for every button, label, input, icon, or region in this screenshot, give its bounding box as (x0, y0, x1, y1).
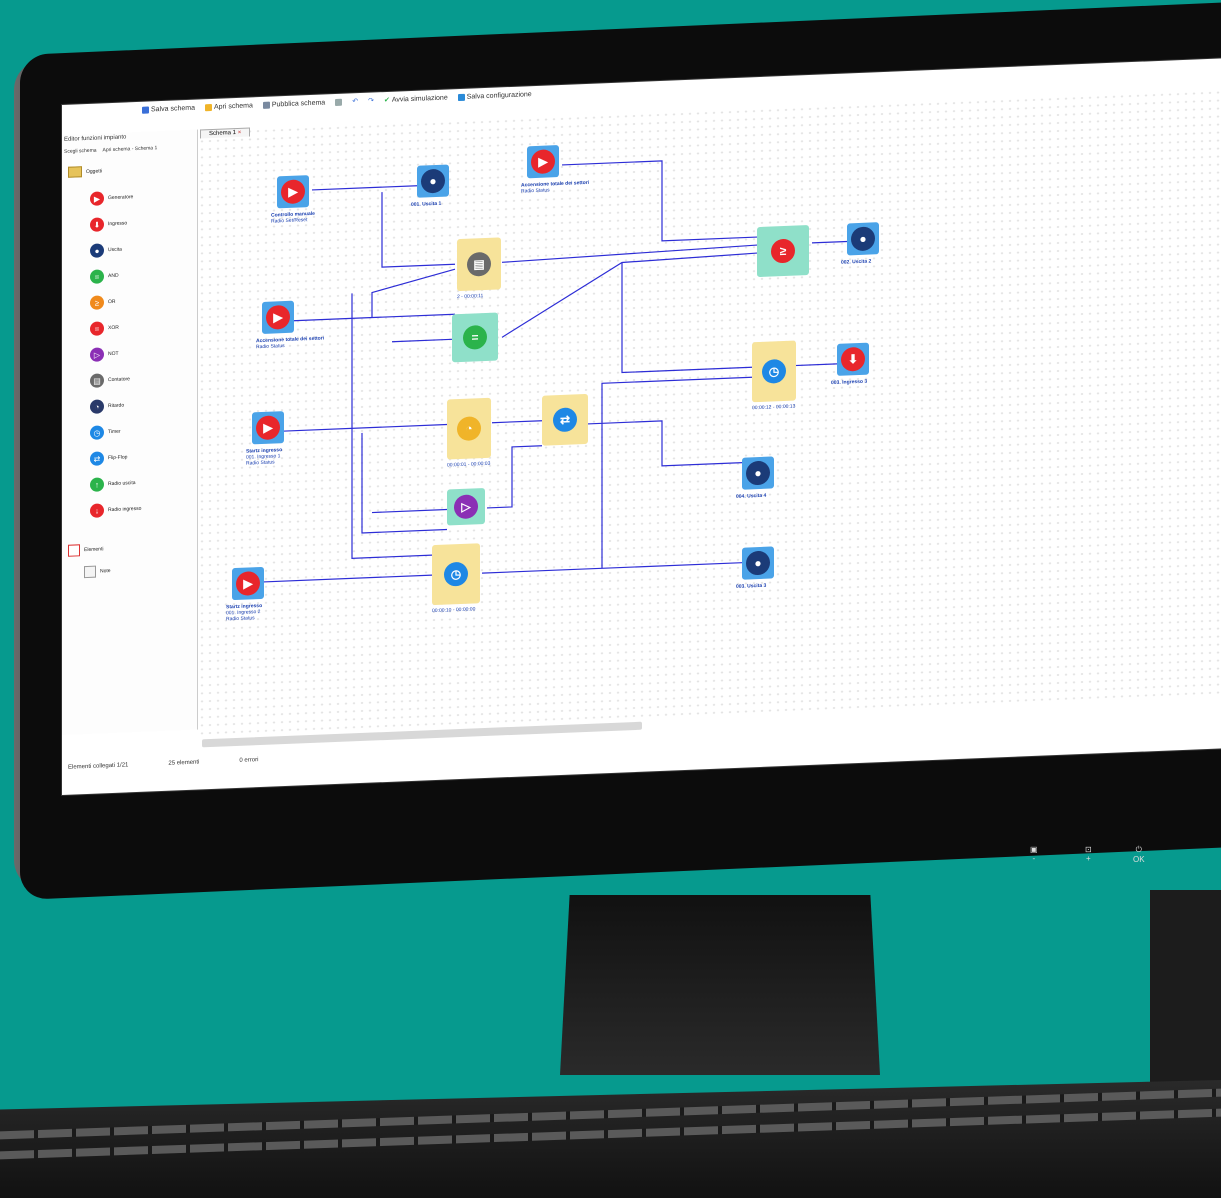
menu-icon: ▣ (1030, 845, 1038, 854)
wires-layer (242, 160, 847, 584)
output-node-2[interactable]: ● (847, 222, 879, 256)
timer-node-2[interactable]: ◷ (752, 340, 796, 403)
monitor: Salva schema Apri schema Pubblica schema… (0, 0, 1221, 1198)
output-node-3[interactable]: ● (742, 546, 774, 580)
wire (287, 313, 455, 322)
output-node-2-icon: ● (851, 226, 875, 252)
delay-node[interactable]: ◔ (447, 397, 491, 460)
generator-node-1-label: Controllo manuale Radio Set/Reset (271, 211, 315, 225)
timer-node-1[interactable]: ◷ (432, 543, 480, 606)
not-node-icon: ▷ (454, 494, 478, 520)
flipflop-node[interactable]: ⇄ (542, 393, 588, 446)
generator-node-1-icon: ▶ (281, 179, 305, 205)
wire (492, 420, 542, 424)
xor-node[interactable]: ≥ (757, 224, 809, 278)
status-elements: 25 elementi (168, 759, 200, 767)
timer-node-1-icon: ◷ (444, 561, 468, 587)
xor-node-icon: ≥ (771, 238, 795, 264)
generator-node-5-icon: ▶ (236, 571, 260, 597)
and-node-1[interactable]: = (452, 312, 498, 363)
generator-node-4-icon: ▶ (256, 415, 280, 441)
generator-node-2[interactable]: ▶ (527, 145, 559, 179)
wire (392, 338, 452, 343)
output-node-1-icon: ● (421, 168, 445, 194)
wire (587, 420, 752, 467)
input-icon: ⊡ (1085, 845, 1092, 854)
input-node-3-icon: ⬇ (841, 346, 865, 372)
output-node-1-label: 001. Uscita 1 (411, 201, 441, 208)
wire (282, 423, 447, 432)
and-node-1-icon: = (463, 324, 487, 350)
wire (501, 244, 758, 263)
node-label-line: 003. Uscita 3 (736, 582, 767, 590)
wire (562, 160, 757, 242)
generator-node-2-icon: ▶ (531, 149, 555, 175)
wire (351, 293, 432, 559)
output-node-1[interactable]: ● (417, 164, 449, 198)
generator-node-5[interactable]: ▶ (232, 566, 264, 601)
counter-node-icon: ▤ (467, 251, 491, 277)
keyboard (0, 1080, 1221, 1198)
wire (242, 574, 432, 584)
generator-node-4[interactable]: ▶ (252, 411, 284, 445)
delay-node-icon: ◔ (457, 416, 481, 442)
generator-node-1[interactable]: ▶ (277, 175, 309, 209)
node-label-line: 002. Uscita 2 (841, 258, 872, 266)
app-screen: Salva schema Apri schema Pubblica schema… (62, 58, 1221, 796)
monitor-stand (560, 895, 880, 1075)
flipflop-node-icon: ⇄ (553, 407, 577, 433)
wire (361, 432, 447, 534)
output-node-4-icon: ● (746, 460, 770, 486)
monitor-ok-button[interactable]: ⏻ OK (1133, 845, 1145, 864)
node-label-line: 001. Uscita 1 (411, 200, 442, 208)
wire (501, 252, 758, 338)
output-node-4-label: 004. Uscita 4 (736, 493, 766, 500)
generator-node-5-label: Startz ingresso 001. Ingresso 2 Radio Stat… (226, 603, 262, 622)
status-connected: Elementi collegati 1/21 (68, 762, 129, 771)
wire (371, 268, 456, 318)
wire (312, 185, 417, 191)
wire (487, 445, 542, 509)
wire (601, 376, 752, 569)
timer-node-2-icon: ◷ (762, 358, 786, 384)
monitor-stand-back (1150, 890, 1221, 1090)
power-icon: ⏻ (1135, 845, 1142, 854)
wire (372, 508, 447, 514)
not-node[interactable]: ▷ (447, 488, 485, 526)
output-node-3-label: 003. Uscita 3 (736, 583, 766, 590)
generator-node-3-icon: ▶ (266, 304, 290, 330)
counter-node[interactable]: ▤ (457, 237, 501, 292)
counter-node-label: 2 - 00:00:11 (457, 293, 484, 301)
node-label-line: 004. Uscita 4 (736, 492, 767, 500)
wire (482, 562, 742, 574)
output-node-4[interactable]: ● (742, 456, 774, 490)
generator-node-3[interactable]: ▶ (262, 300, 294, 334)
status-errors: 0 errori (239, 757, 259, 764)
input-node-3[interactable]: ⬇ (837, 342, 869, 376)
wire (812, 240, 847, 244)
monitor-plus-button[interactable]: ⊡ + (1085, 845, 1092, 863)
wire (621, 262, 752, 374)
output-node-3-icon: ● (746, 550, 770, 576)
output-node-2-label: 002. Uscita 2 (841, 258, 871, 265)
generator-node-4-label: Startz ingresso 001. Ingresso 1 Radio Stat… (246, 447, 282, 466)
monitor-minus-button[interactable]: ▣ - (1030, 845, 1038, 863)
